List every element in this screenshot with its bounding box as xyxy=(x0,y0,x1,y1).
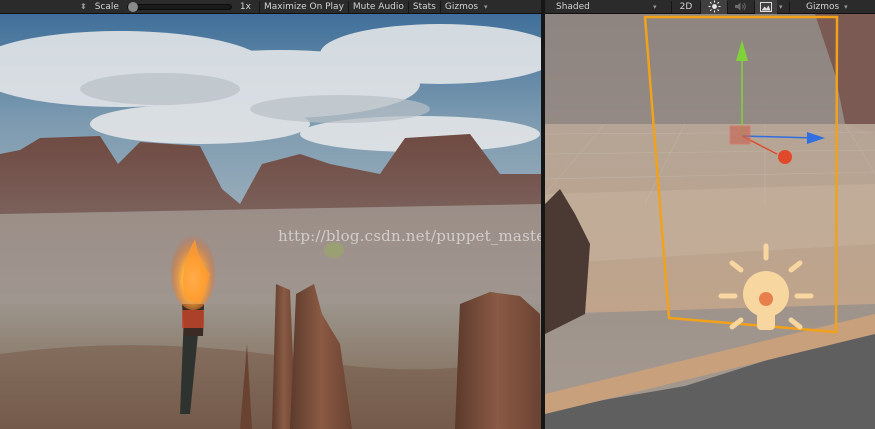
scale-label: Scale xyxy=(94,1,119,12)
2d-mode-toggle[interactable]: 2D xyxy=(672,0,700,14)
chevron-down-icon[interactable]: ▾ xyxy=(484,3,488,11)
scale-value: 1x xyxy=(239,1,251,12)
chevron-down-icon[interactable]: ▾ xyxy=(779,3,789,11)
scene-gizmos-button[interactable]: Gizmos xyxy=(790,2,843,12)
scene-view-render xyxy=(545,14,875,429)
scale-control: ⬍ Scale 1x xyxy=(0,1,255,12)
scene-lighting-toggle[interactable] xyxy=(701,0,727,14)
image-icon xyxy=(760,1,772,12)
shading-mode-dropdown[interactable]: Shaded xyxy=(545,2,653,12)
chevron-down-icon[interactable]: ▾ xyxy=(844,3,848,11)
game-view-render xyxy=(0,14,541,429)
chevron-down-icon[interactable]: ▾ xyxy=(653,3,671,11)
scene-view-toolbar: Shaded ▾ 2D ▾ Gizmos ▾ xyxy=(545,0,875,14)
speaker-icon xyxy=(735,2,746,11)
game-gizmos-button[interactable]: Gizmos xyxy=(441,2,482,12)
scale-slider[interactable] xyxy=(126,1,232,12)
shading-mode-label: Shaded xyxy=(556,1,590,12)
game-view[interactable]: http://blog.csdn.net/puppet_master xyxy=(0,14,541,429)
scale-stepper-icon[interactable]: ⬍ xyxy=(80,2,87,11)
scale-slider-knob[interactable] xyxy=(127,1,138,12)
maximize-on-play-button[interactable]: Maximize On Play xyxy=(260,2,348,12)
stats-button[interactable]: Stats xyxy=(409,2,440,12)
mute-audio-button[interactable]: Mute Audio xyxy=(349,2,408,12)
2d-mode-label: 2D xyxy=(679,1,693,12)
watermark-text: http://blog.csdn.net/puppet_master xyxy=(278,227,541,245)
sun-icon xyxy=(708,0,720,13)
scene-audio-toggle[interactable] xyxy=(728,0,754,14)
game-view-toolbar: ⬍ Scale 1x Maximize On Play Mute Audio S… xyxy=(0,0,541,14)
scene-effects-toggle[interactable] xyxy=(755,0,777,14)
scene-view[interactable] xyxy=(545,14,875,429)
